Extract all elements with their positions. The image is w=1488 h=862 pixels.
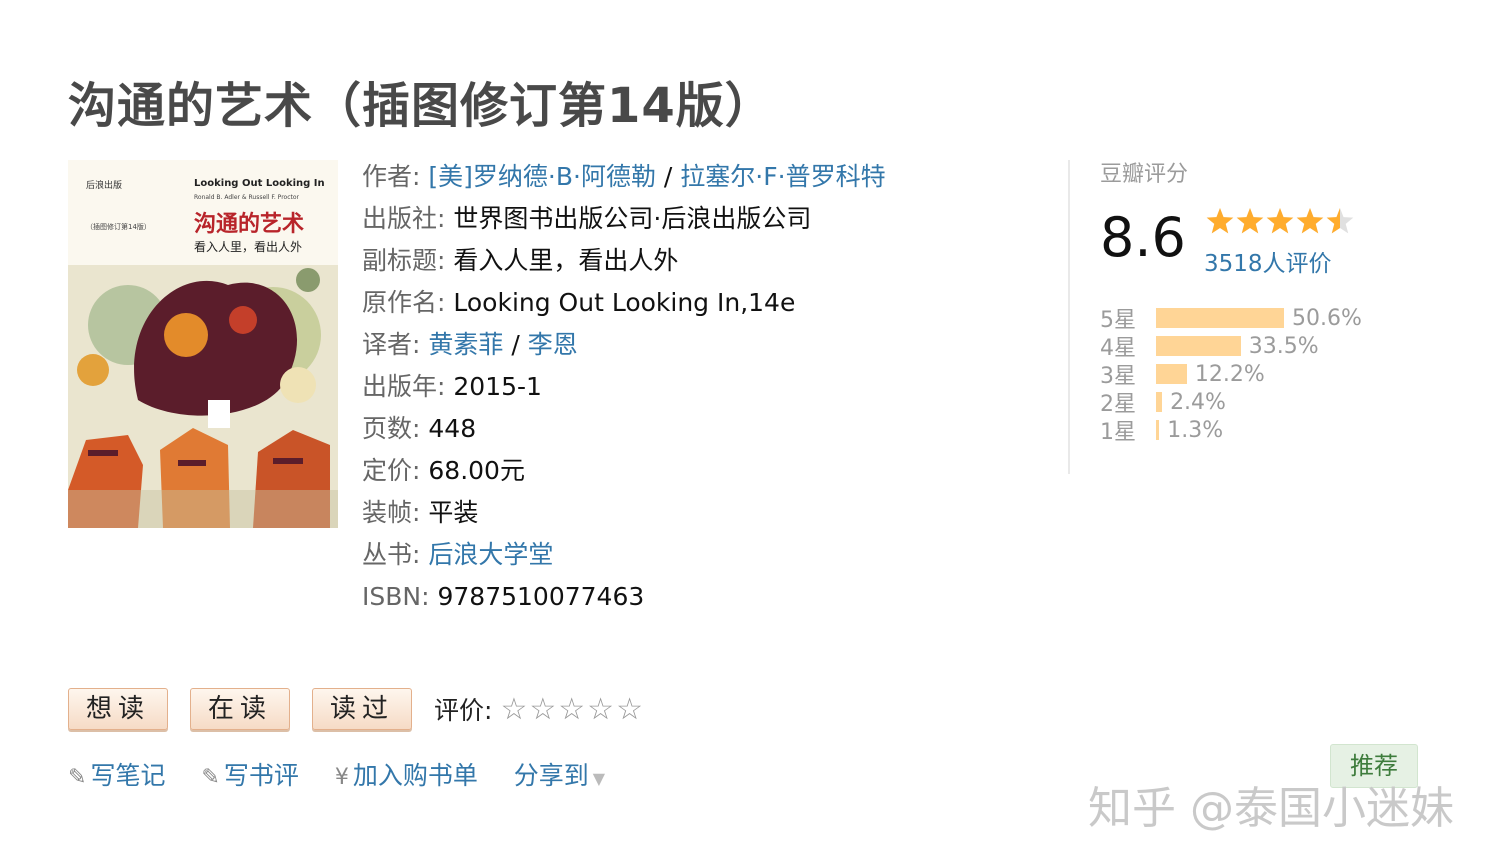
cover-subtitle: 看入人里，看出人外: [194, 240, 303, 254]
publisher-row: 出版社: 世界图书出版公司·后浪出版公司: [362, 202, 886, 244]
have-read-button[interactable]: 读过: [312, 688, 412, 730]
series-link[interactable]: 后浪大学堂: [428, 540, 553, 569]
rating-label: 豆瓣评分: [1100, 162, 1189, 187]
rating-dist-percent: 12.2%: [1194, 361, 1265, 387]
add-to-booklist-label: 加入购书单: [352, 761, 478, 790]
rating-score: 8.6: [1100, 206, 1186, 269]
binding-value: 平装: [428, 498, 479, 527]
series-label: 丛书:: [362, 540, 421, 569]
rating-dist-percent: 33.5%: [1248, 333, 1319, 359]
subtitle-label: 副标题:: [362, 246, 446, 275]
rating-dist-percent: 1.3%: [1167, 417, 1224, 443]
reading-status-buttons: 想读 在读 读过 评价: ☆ ☆ ☆ ☆ ☆: [68, 688, 645, 730]
rating-dist-bar: [1156, 392, 1163, 412]
rating-dist-bar: [1156, 336, 1241, 356]
rating-dist-row: 3星 12.2%: [1100, 360, 1400, 390]
series-row: 丛书: 后浪大学堂: [362, 538, 886, 580]
author-link-1[interactable]: [美]罗纳德·B·阿德勒: [428, 162, 656, 191]
rating-count-link[interactable]: 3518人评价: [1204, 244, 1332, 278]
rating-star-2-icon: [1236, 208, 1264, 234]
write-review-link[interactable]: ✎ 写书评: [201, 756, 298, 792]
share-label: 分享到: [513, 761, 589, 790]
rate-star-5-icon[interactable]: ☆: [616, 692, 643, 727]
cover-title: 沟通的艺术: [194, 212, 305, 237]
cover-edition: （插图修订第14版）: [86, 223, 151, 231]
year-row: 出版年: 2015-1: [362, 370, 886, 412]
price-value: 68.00元: [428, 456, 525, 485]
book-info: 作者: [美]罗纳德·B·阿德勒 / 拉塞尔·F·普罗科特 出版社: 世界图书出…: [362, 160, 886, 622]
isbn-value: 9787510077463: [437, 582, 645, 611]
original-title-row: 原作名: Looking Out Looking In,14e: [362, 286, 886, 328]
author-row: 作者: [美]罗纳德·B·阿德勒 / 拉塞尔·F·普罗科特: [362, 160, 886, 202]
rating-star-4-icon: [1296, 208, 1324, 234]
pages-label: 页数:: [362, 414, 421, 443]
pencil-icon: ✎: [201, 765, 220, 790]
cover-english-title: Looking Out Looking In: [194, 178, 325, 189]
binding-label: 装帧:: [362, 498, 421, 527]
rating-dist-percent: 2.4%: [1170, 389, 1226, 415]
reading-button[interactable]: 在读: [190, 688, 290, 730]
page-title: 沟通的艺术（插图修订第14版）: [68, 78, 774, 134]
add-to-booklist-link[interactable]: ¥ 加入购书单: [335, 756, 478, 792]
translator-link-2[interactable]: 李恩: [528, 330, 578, 359]
rating-dist-bar: [1156, 364, 1187, 384]
author-label: 作者:: [362, 162, 421, 191]
rate-star-3-icon[interactable]: ☆: [558, 692, 585, 727]
book-cover[interactable]: 后浪出版 Looking Out Looking In Ronald B. Ad…: [68, 160, 338, 528]
rating-distribution: 5星 50.6% 4星 33.5% 3星 12.2% 2星 2.4% 1星 1.3%: [1100, 304, 1400, 446]
rate-star-4-icon[interactable]: ☆: [587, 692, 614, 727]
publisher-value: 世界图书出版公司·后浪出版公司: [453, 204, 812, 233]
cover-publisher-text: 后浪出版: [86, 181, 123, 191]
binding-row: 装帧: 平装: [362, 496, 886, 538]
rating-star-1-icon: [1206, 208, 1234, 234]
rating-stars: [1206, 208, 1354, 234]
cover-authors: Ronald B. Adler & Russell F. Proctor: [194, 194, 299, 201]
pages-row: 页数: 448: [362, 412, 886, 454]
write-note-label: 写笔记: [90, 761, 166, 790]
rate-star-2-icon[interactable]: ☆: [529, 692, 556, 727]
rating-dist-label: 1星: [1100, 420, 1136, 445]
watermark: 知乎 @泰国小迷妹: [1088, 783, 1454, 834]
rating-divider: [1068, 160, 1070, 474]
publisher-label: 出版社:: [362, 204, 446, 233]
rating-dist-bar: [1156, 420, 1160, 440]
rating-dist-row: 4星 33.5%: [1100, 332, 1400, 362]
author-link-2[interactable]: 拉塞尔·F·普罗科特: [680, 162, 885, 191]
caret-down-icon: ▼: [592, 769, 606, 788]
book-actions: ✎ 写笔记 ✎ 写书评 ¥ 加入购书单 分享到 ▼: [68, 756, 633, 792]
original-title-label: 原作名:: [362, 288, 446, 317]
subtitle-row: 副标题: 看入人里，看出人外: [362, 244, 886, 286]
rating-star-3-icon: [1266, 208, 1294, 234]
pages-value: 448: [428, 414, 477, 443]
year-label: 出版年:: [362, 372, 446, 401]
author-separator: /: [663, 162, 673, 191]
price-row: 定价: 68.00元: [362, 454, 886, 496]
rate-star-1-icon[interactable]: ☆: [500, 692, 527, 727]
rating-star-5-icon: [1326, 208, 1354, 234]
translator-label: 译者:: [362, 330, 421, 359]
write-review-label: 写书评: [223, 761, 299, 790]
share-dropdown[interactable]: 分享到 ▼: [514, 756, 605, 792]
pencil-icon: ✎: [68, 765, 87, 790]
subtitle-value: 看入人里，看出人外: [453, 246, 679, 275]
rating-panel: 豆瓣评分 8.6 3518人评价 5星 50.6% 4星 33.5% 3星 12.2% 2星…: [1100, 156, 1362, 445]
write-note-link[interactable]: ✎ 写笔记: [68, 756, 165, 792]
translator-row: 译者: 黄素菲 / 李恩: [362, 328, 886, 370]
rating-dist-row: 5星 50.6%: [1100, 304, 1400, 334]
isbn-label: ISBN:: [362, 582, 430, 611]
rating-dist-percent: 50.6%: [1292, 305, 1362, 331]
price-label: 定价:: [362, 456, 421, 485]
rating-dist-bar: [1156, 308, 1284, 328]
isbn-row: ISBN: 9787510077463: [362, 580, 886, 622]
want-to-read-button[interactable]: 想读: [68, 688, 168, 730]
translator-link-1[interactable]: 黄素菲: [428, 330, 503, 359]
translator-separator: /: [511, 330, 520, 359]
rating-dist-row: 2星 2.4%: [1100, 388, 1400, 418]
original-title-value: Looking Out Looking In,14e: [453, 288, 796, 317]
yen-icon: ¥: [334, 765, 349, 790]
year-value: 2015-1: [453, 372, 542, 401]
rating-dist-row: 1星 1.3%: [1100, 416, 1400, 446]
rate-label: 评价:: [434, 696, 493, 725]
